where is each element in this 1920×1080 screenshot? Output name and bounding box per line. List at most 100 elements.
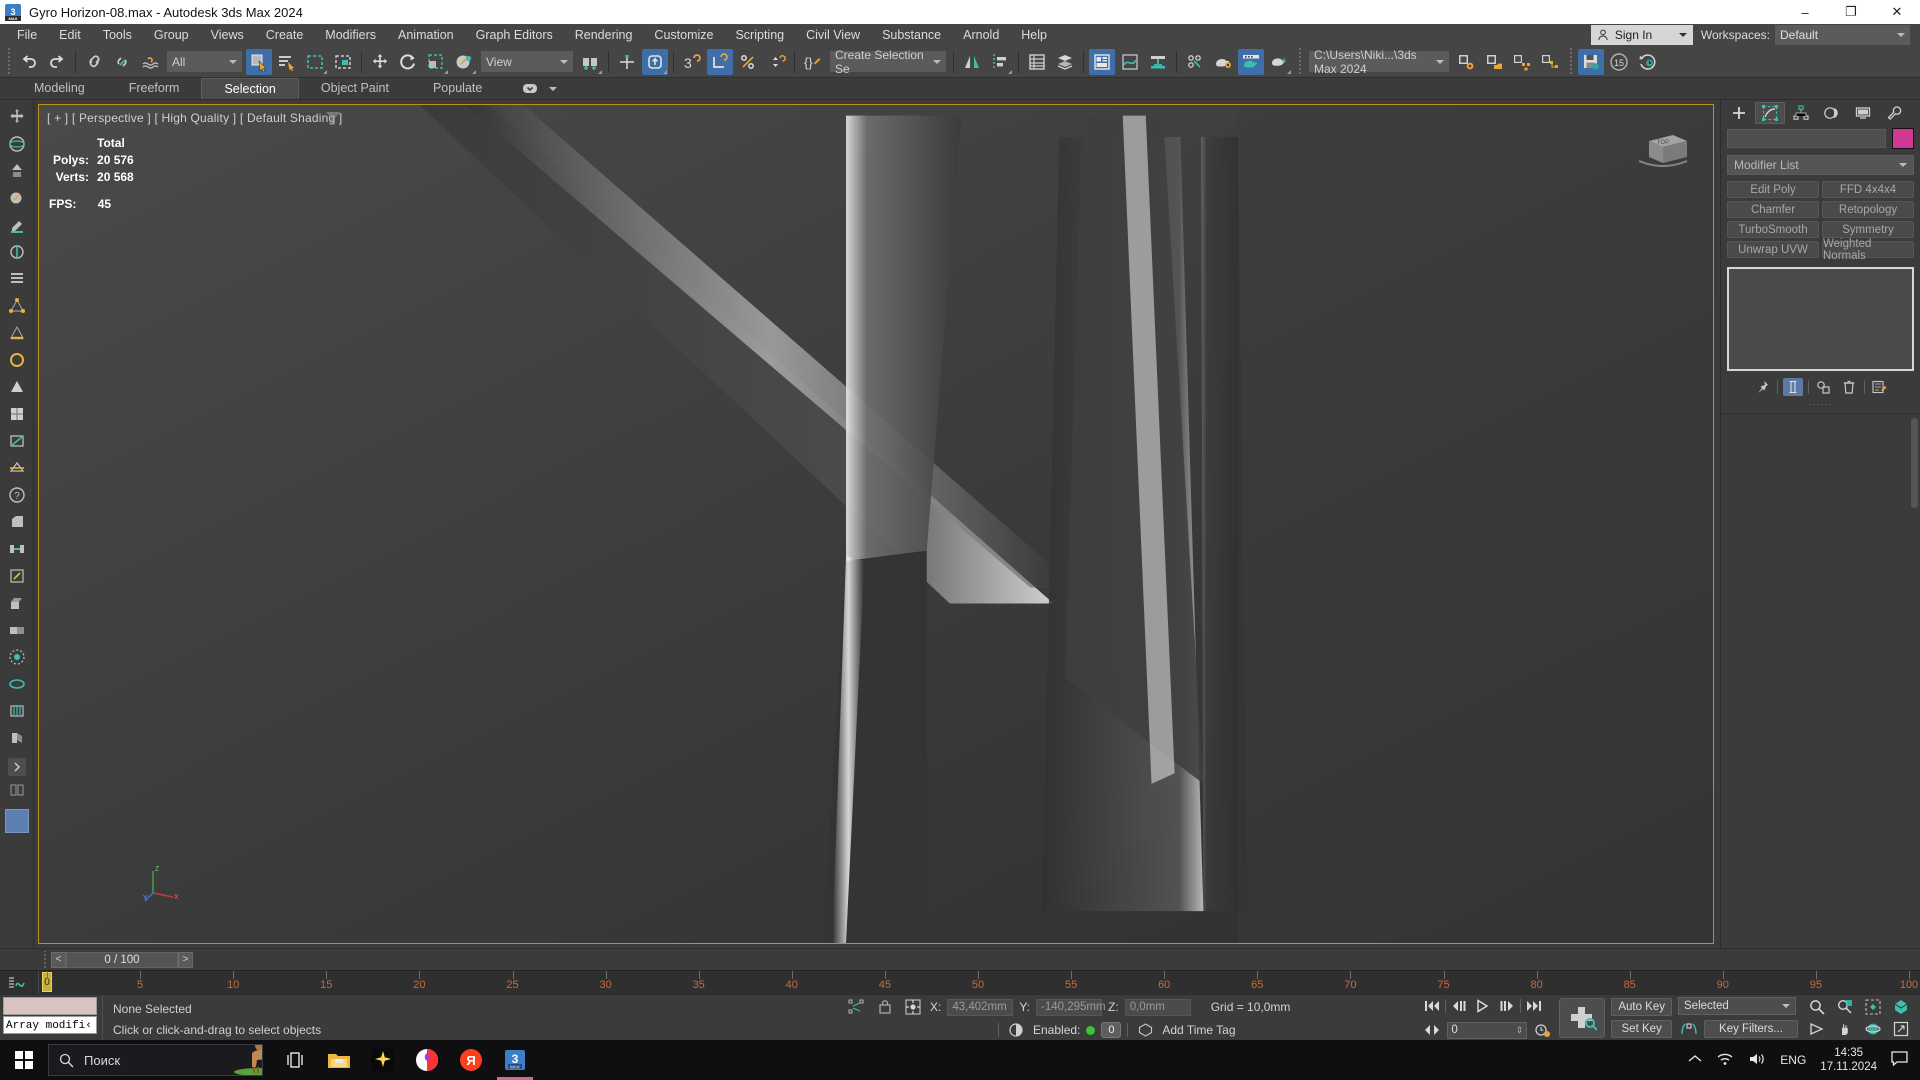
select-and-place-icon[interactable] (451, 49, 477, 75)
panel-resize-grip[interactable]: ······ (1721, 399, 1920, 409)
material-editor-icon[interactable] (1182, 49, 1208, 75)
snaps-toggle-icon[interactable] (642, 48, 668, 75)
help-icon[interactable]: ? (4, 482, 30, 508)
previous-frame-icon[interactable] (1448, 996, 1470, 1016)
next-frame-icon[interactable] (1496, 996, 1518, 1016)
window-crossing-icon[interactable] (330, 49, 356, 75)
sign-in-button[interactable]: Sign In (1590, 25, 1693, 45)
zoom-extents-icon[interactable] (1862, 997, 1884, 1017)
symmetry-tool-icon[interactable] (4, 777, 30, 803)
menu-tools[interactable]: Tools (92, 24, 143, 46)
edit-named-selection-sets-icon[interactable]: {} (800, 49, 826, 75)
notification-icon[interactable] (1891, 1051, 1908, 1069)
attach-icon[interactable] (4, 617, 30, 643)
show-end-result-icon[interactable] (1782, 378, 1803, 396)
funnel-icon[interactable] (326, 112, 340, 128)
windows-start-icon[interactable] (0, 1040, 48, 1080)
grow-icon[interactable] (4, 644, 30, 670)
open-explorer-icon[interactable] (1453, 49, 1479, 75)
configure-modifier-sets-icon[interactable] (1870, 378, 1890, 396)
next-frame-button[interactable]: > (178, 951, 193, 968)
select-and-move-icon[interactable] (367, 49, 393, 75)
viewport-label[interactable]: [ + ] [ Perspective ] [ High Quality ] [… (47, 111, 342, 125)
pin-stack-icon[interactable] (1752, 378, 1772, 396)
adaptive-degradation-icon[interactable] (1005, 1020, 1027, 1040)
weld-icon[interactable] (4, 563, 30, 589)
selection-lock-icon[interactable] (874, 997, 896, 1017)
auto-key-button[interactable]: Auto Key (1611, 998, 1672, 1016)
current-frame-field[interactable]: 0 ⇕ (1447, 1021, 1528, 1039)
remove-modifier-icon[interactable] (1839, 378, 1859, 396)
maximize-button[interactable]: ❐ (1828, 0, 1874, 24)
time-configuration-icon[interactable] (1531, 1020, 1553, 1040)
swift-loop-icon[interactable] (4, 239, 30, 265)
speaker-icon[interactable] (1748, 1052, 1766, 1069)
rectangular-selection-region-icon[interactable] (302, 49, 328, 75)
frame-ruler[interactable]: 0 5 10 15 20 25 30 35 40 45 50 55 60 65 70 75 80 85 90 95 1… (38, 971, 1920, 994)
menu-edit[interactable]: Edit (48, 24, 92, 46)
rendered-frame-window-icon[interactable] (1238, 48, 1264, 75)
menu-substance[interactable]: Substance (871, 24, 952, 46)
autobackup-icon[interactable]: 15 (1606, 49, 1632, 75)
absolute-relative-mode-icon[interactable] (902, 997, 924, 1017)
set-tangents-icon[interactable] (1678, 1019, 1700, 1039)
select-and-rotate-icon[interactable] (395, 49, 421, 75)
layer-manager-icon[interactable] (1052, 49, 1078, 75)
x-coordinate-field[interactable]: 43,402mm (947, 998, 1014, 1016)
z-coordinate-field[interactable]: 0,0mm (1124, 998, 1191, 1016)
time-slider-grip[interactable] (41, 950, 48, 969)
object-color-swatch[interactable] (4, 808, 30, 834)
undo-icon[interactable] (16, 49, 42, 75)
key-filters-button[interactable]: Key Filters... (1704, 1020, 1798, 1038)
isolate-selection-icon[interactable] (846, 997, 868, 1017)
menu-create[interactable]: Create (255, 24, 315, 46)
modifier-symmetry[interactable]: Symmetry (1822, 221, 1914, 238)
menu-modifiers[interactable]: Modifiers (314, 24, 387, 46)
menu-customize[interactable]: Customize (643, 24, 724, 46)
align-icon[interactable] (987, 49, 1013, 75)
element-icon[interactable] (4, 401, 30, 427)
project-folder-dropdown[interactable]: C:\Users\Niki...\3ds Max 2024 (1309, 48, 1449, 76)
modifier-weighted-normals[interactable]: Weighted Normals (1822, 238, 1914, 262)
percent-snap-toggle-icon[interactable] (707, 48, 733, 75)
select-and-manipulate-icon[interactable] (614, 49, 640, 75)
minimize-button[interactable]: – (1782, 0, 1828, 24)
language-indicator[interactable]: ENG (1780, 1053, 1806, 1067)
clock[interactable]: 14:35 17.11.2024 (1820, 1046, 1877, 1074)
explorer-nodes-icon[interactable] (1509, 49, 1535, 75)
menu-rendering[interactable]: Rendering (564, 24, 644, 46)
menu-graph-editors[interactable]: Graph Editors (465, 24, 564, 46)
go-to-start-icon[interactable] (1421, 996, 1443, 1016)
schematic-view-icon[interactable] (1145, 49, 1171, 75)
menu-civil-view[interactable]: Civil View (795, 24, 871, 46)
menu-animation[interactable]: Animation (387, 24, 465, 46)
set-keys-button[interactable] (1559, 998, 1606, 1038)
spinner-icon[interactable]: ⇕ (1516, 1025, 1524, 1036)
tab-modeling[interactable]: Modeling (12, 78, 107, 99)
display-tab[interactable] (1848, 102, 1878, 124)
add-time-tag[interactable]: Add Time Tag (1162, 1023, 1235, 1037)
ribbon-icon[interactable] (1089, 48, 1115, 75)
command-panel-scrollbar[interactable] (1911, 418, 1918, 508)
maximize-viewport-icon[interactable] (1890, 1019, 1912, 1039)
tab-selection[interactable]: Selection (201, 78, 299, 99)
maxscript-mini-listener[interactable]: Array modifi‹ (0, 995, 100, 1040)
menu-file[interactable]: File (6, 24, 48, 46)
select-link-icon[interactable] (81, 49, 107, 75)
tab-freeform[interactable]: Freeform (107, 78, 202, 99)
modifier-chamfer[interactable]: Chamfer (1727, 201, 1819, 218)
open-mini-curve-editor-icon[interactable] (0, 971, 38, 994)
explorer-tree-icon[interactable] (1537, 49, 1563, 75)
motion-tab[interactable] (1817, 102, 1847, 124)
tab-populate[interactable]: Populate (411, 78, 504, 99)
cut-icon[interactable] (4, 428, 30, 454)
make-unique-icon[interactable] (1814, 378, 1834, 396)
bridge-icon[interactable] (4, 536, 30, 562)
select-and-scale-icon[interactable] (423, 49, 449, 75)
move-tool-icon[interactable] (4, 104, 30, 130)
file-explorer-icon[interactable] (317, 1040, 361, 1080)
vertex-icon[interactable] (4, 293, 30, 319)
extrude-icon[interactable] (4, 590, 30, 616)
menu-scripting[interactable]: Scripting (724, 24, 795, 46)
toolbar-grip[interactable] (5, 47, 12, 76)
